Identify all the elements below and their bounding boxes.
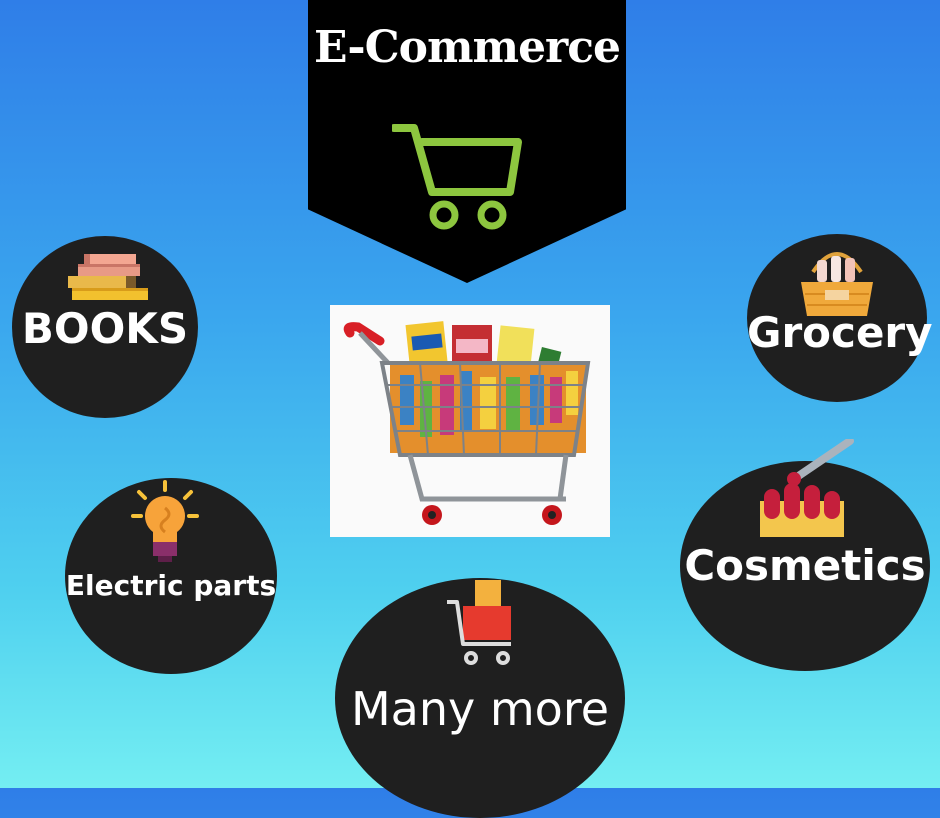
category-many-more[interactable]: Many more bbox=[335, 578, 625, 818]
shopping-cart-icon bbox=[447, 580, 511, 665]
shopping-cart-icon bbox=[392, 124, 522, 230]
grocery-label: Grocery bbox=[747, 308, 933, 357]
light-bulb-icon bbox=[131, 480, 199, 562]
books-label: BOOKS bbox=[21, 304, 189, 353]
title-banner: E-Commerce bbox=[308, 0, 626, 283]
electric-parts-label: Electric parts bbox=[65, 569, 277, 602]
page-title: E-Commerce bbox=[313, 22, 621, 73]
full-shopping-cart-image bbox=[330, 305, 610, 537]
category-cosmetics[interactable]: Cosmetics bbox=[680, 439, 930, 671]
category-grocery[interactable]: Grocery bbox=[747, 234, 933, 402]
category-electric-parts[interactable]: Electric parts bbox=[65, 478, 277, 674]
grocery-basket-icon bbox=[801, 252, 873, 316]
cosmetics-label: Cosmetics bbox=[684, 541, 926, 590]
nail-polish-icon bbox=[760, 439, 854, 537]
full-cart-illustration bbox=[343, 321, 591, 525]
category-books[interactable]: BOOKS bbox=[12, 236, 198, 418]
books-stack-icon bbox=[68, 254, 148, 300]
many-more-label: Many more bbox=[350, 682, 610, 736]
